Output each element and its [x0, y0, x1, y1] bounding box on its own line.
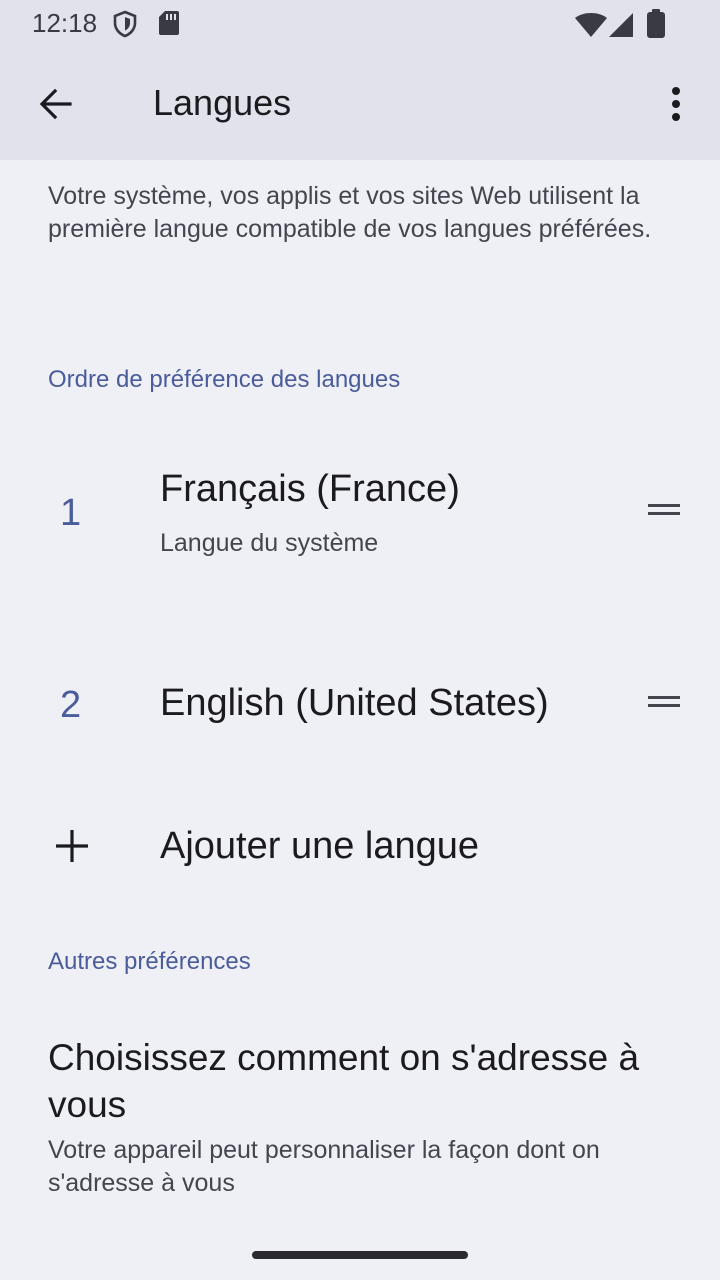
status-bar: 12:18: [0, 0, 720, 48]
language-name: English (United States): [160, 682, 549, 724]
add-language-label: Ajouter une langue: [160, 825, 480, 867]
more-options-button[interactable]: [652, 76, 700, 132]
section-header-language-order: Ordre de préférence des langues: [48, 366, 401, 393]
address-preference-item[interactable]: Choisissez comment on s'adresse à vous V…: [0, 1030, 720, 1210]
language-subtitle: Langue du système: [160, 529, 379, 557]
wifi-icon: [574, 12, 608, 43]
language-item-english[interactable]: 2 English (United States): [0, 660, 720, 756]
plus-icon: [56, 830, 88, 862]
back-button[interactable]: [28, 76, 84, 132]
arrow-back-icon: [39, 88, 72, 120]
section-header-other-preferences: Autres préférences: [48, 948, 251, 975]
gesture-nav-handle[interactable]: [252, 1251, 468, 1259]
more-vert-icon: [672, 87, 680, 121]
drag-handle-icon[interactable]: [646, 502, 682, 522]
language-name: Français (France): [160, 468, 460, 510]
address-preference-subtitle: Votre appareil peut personnaliser la faç…: [48, 1136, 600, 1197]
status-time: 12:18: [32, 8, 98, 38]
drag-handle-icon[interactable]: [646, 694, 682, 714]
signal-icon: [608, 12, 634, 43]
intro-description: Votre système, vos applis et vos sites W…: [48, 182, 652, 243]
add-language-button[interactable]: Ajouter une langue: [0, 800, 720, 896]
sd-card-icon: [158, 10, 180, 41]
language-rank: 1: [60, 492, 82, 534]
shield-icon: [112, 10, 138, 43]
language-item-french[interactable]: 1 Français (France) Langue du système: [0, 440, 720, 600]
address-preference-title: Choisissez comment on s'adresse à vous: [48, 1037, 640, 1125]
battery-icon: [646, 9, 666, 44]
app-bar: Langues: [0, 48, 720, 160]
language-rank: 2: [60, 684, 82, 726]
page-title: Langues: [153, 82, 292, 123]
